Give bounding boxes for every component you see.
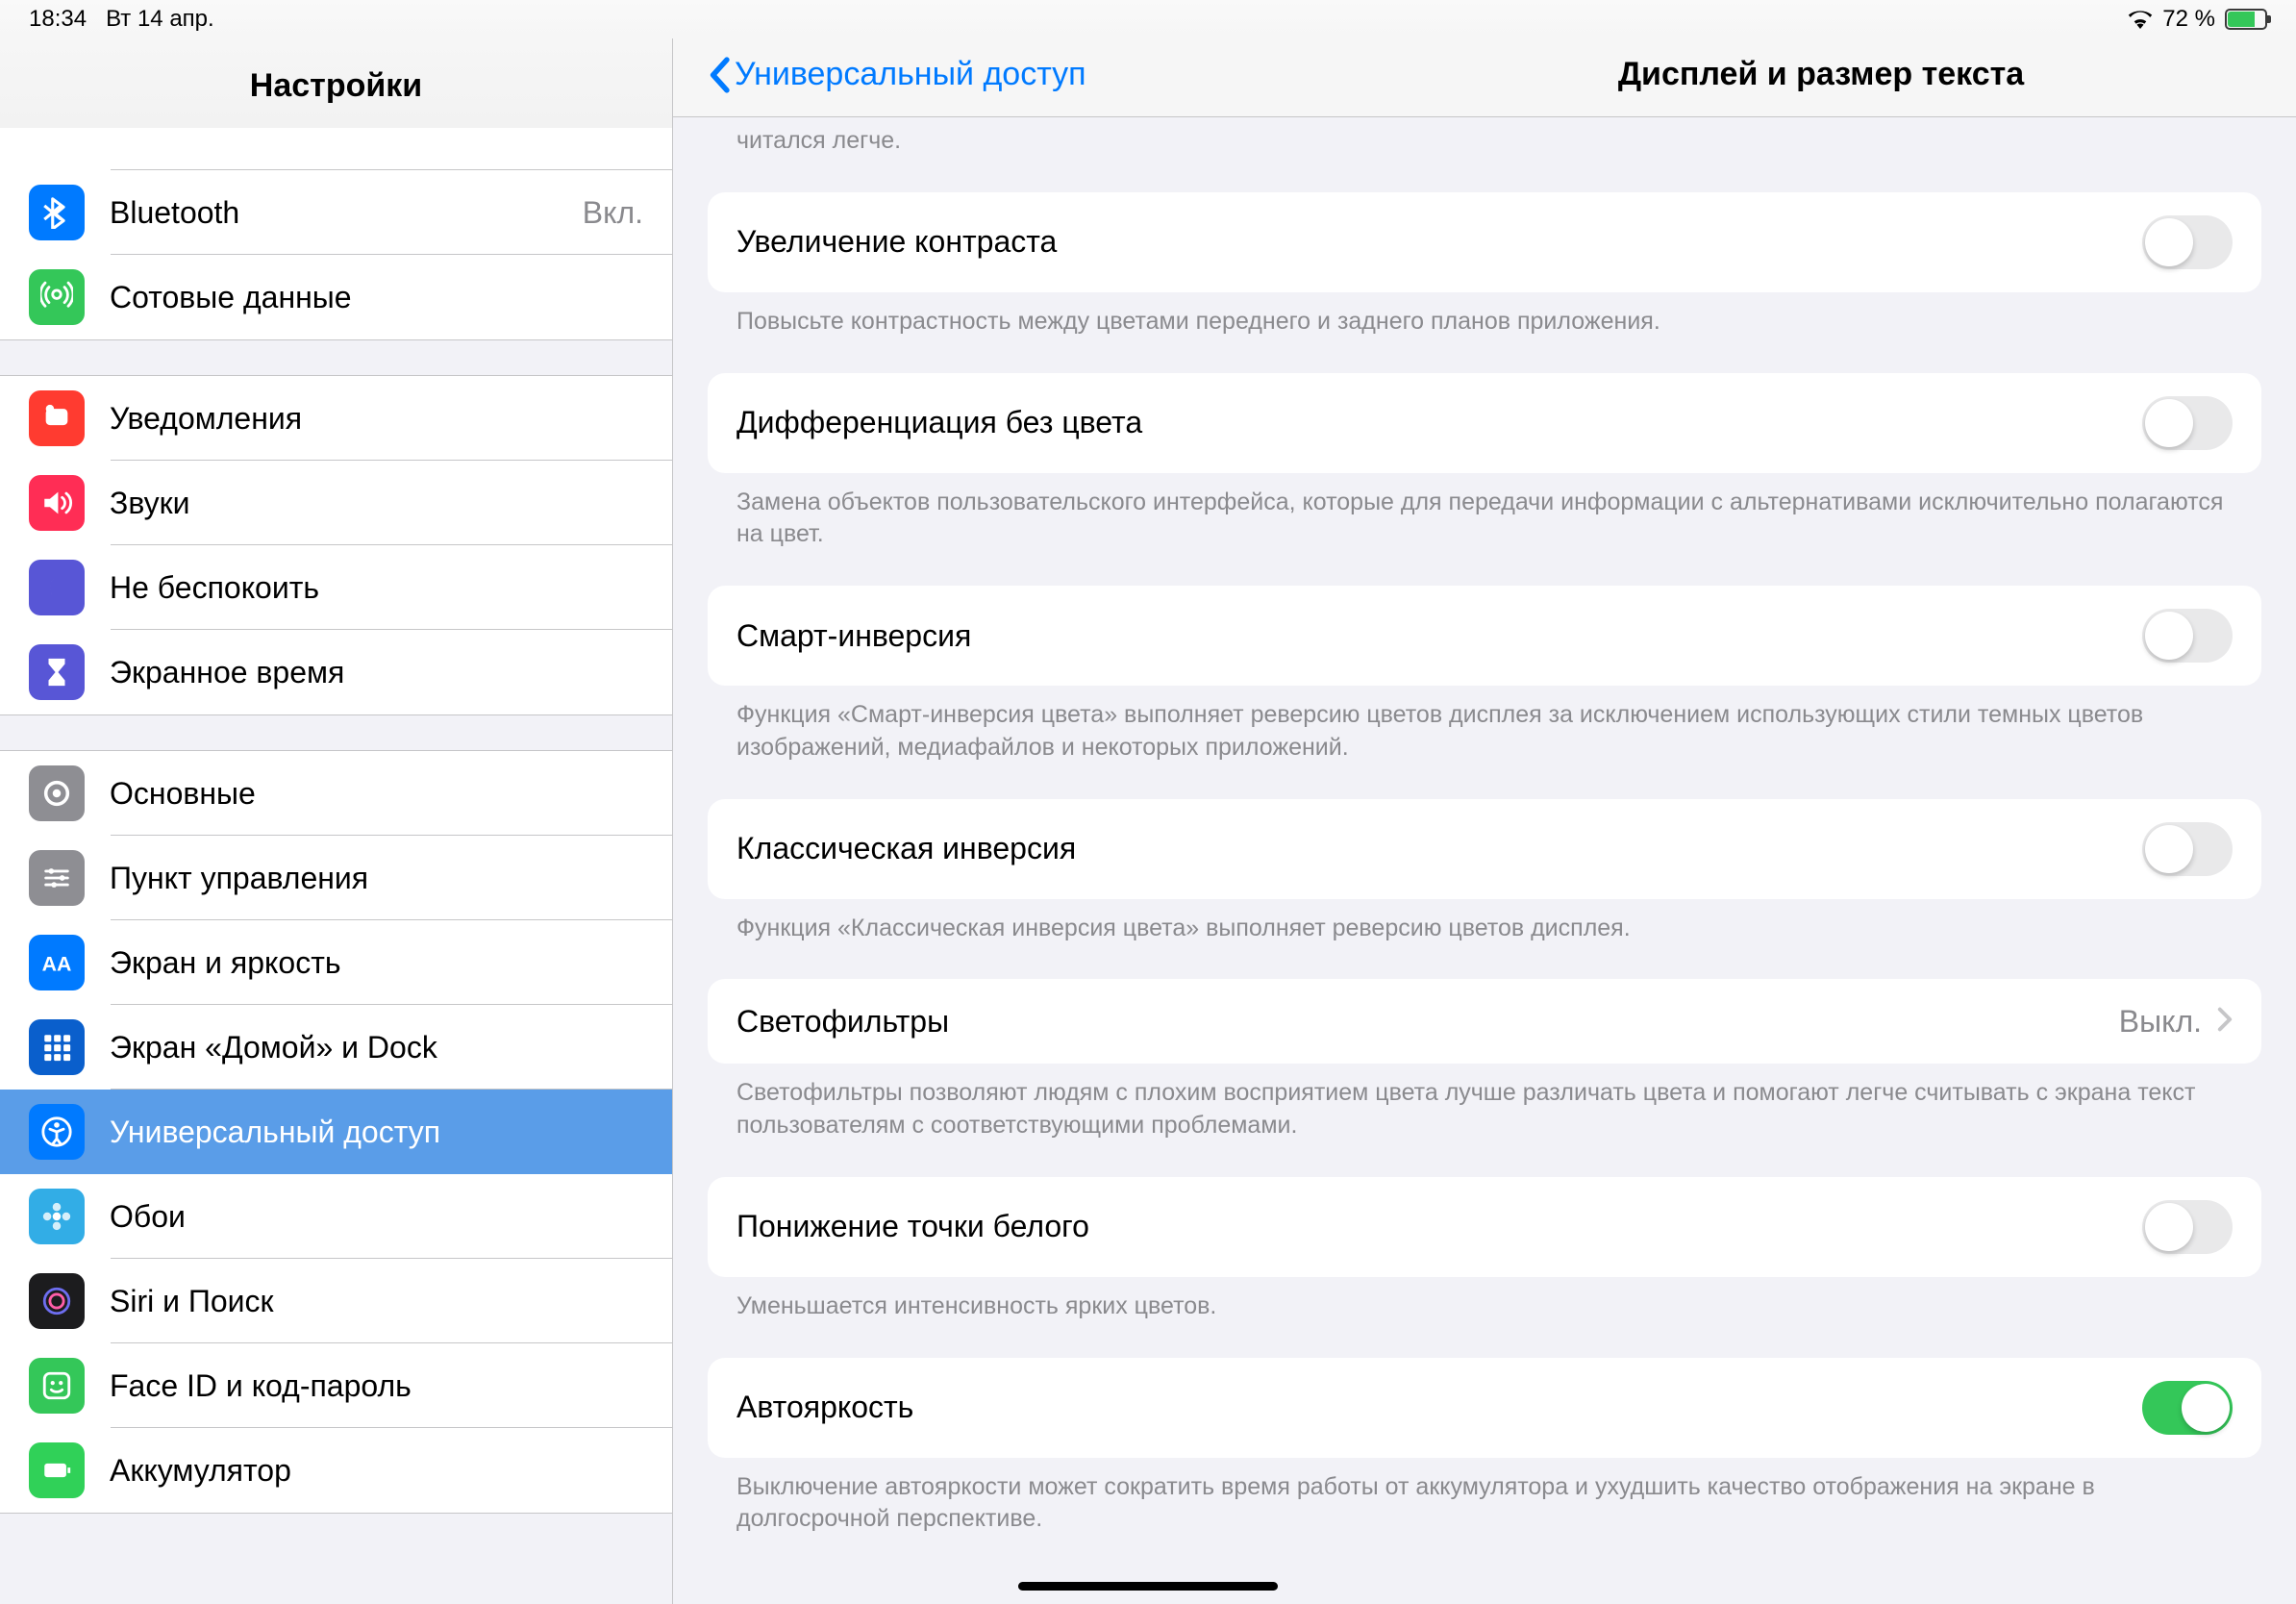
- sidebar-item[interactable]: Уведомления: [0, 376, 672, 461]
- sidebar-item-label: Экранное время: [110, 655, 643, 690]
- chevron-left-icon: [708, 57, 731, 93]
- sidebar-item[interactable]: Звуки: [0, 461, 672, 545]
- chevron-right-icon: [2217, 1004, 2233, 1040]
- status-date: Вт 14 апр.: [106, 6, 214, 32]
- gear-icon: [29, 765, 85, 821]
- setting-caption: Функция «Смарт-инверсия цвета» выполняет…: [708, 686, 2261, 764]
- home-indicator[interactable]: [1018, 1582, 1278, 1591]
- sidebar-item-label: Siri и Поиск: [110, 1284, 643, 1319]
- toggle-switch[interactable]: [2142, 822, 2233, 876]
- sidebar-item-label: Bluetooth: [110, 195, 583, 231]
- setting-caption: Выключение автояркости может сократить в…: [708, 1458, 2261, 1537]
- sidebar-item-label: Сотовые данные: [110, 280, 643, 315]
- sidebar-item-label: Основные: [110, 776, 643, 812]
- svg-text:AA: AA: [42, 953, 72, 976]
- sidebar-item-label: Аккумулятор: [110, 1453, 643, 1489]
- setting-value: Выкл.: [2119, 1004, 2202, 1040]
- wifi-icon: [2128, 10, 2153, 29]
- sidebar-item[interactable]: Аккумулятор: [0, 1428, 672, 1513]
- sidebar-item[interactable]: Основные: [0, 751, 672, 836]
- setting-cell[interactable]: Понижение точки белого: [708, 1177, 2261, 1277]
- sidebar-item[interactable]: Face ID и код-пароль: [0, 1343, 672, 1428]
- setting-cell[interactable]: Увеличение контраста: [708, 192, 2261, 292]
- sidebar-item-label: Экран и яркость: [110, 945, 643, 981]
- sidebar-title: Настройки: [0, 67, 672, 105]
- sidebar-item-label: Face ID и код-пароль: [110, 1368, 643, 1404]
- bell-icon: [29, 390, 85, 446]
- sidebar-item-label: Звуки: [110, 486, 643, 521]
- sidebar-item-label: Универсальный доступ: [110, 1115, 643, 1150]
- setting-caption: Замена объектов пользовательского интерф…: [708, 473, 2261, 552]
- toggle-switch[interactable]: [2142, 215, 2233, 269]
- grid-icon: [29, 1019, 85, 1075]
- sidebar-item[interactable]: Обои: [0, 1174, 672, 1259]
- setting-caption: Светофильтры позволяют людям с плохим во…: [708, 1064, 2261, 1142]
- setting-label: Увеличение контраста: [736, 224, 2142, 260]
- setting-label: Классическая инверсия: [736, 831, 2142, 866]
- main-scroll[interactable]: читался легче. Увеличение контраста Повыс…: [673, 117, 2296, 1604]
- main-header: Универсальный доступ Дисплей и размер те…: [673, 38, 2296, 117]
- moon-icon: [29, 560, 85, 615]
- sidebar-item[interactable]: Сотовые данные: [0, 255, 672, 339]
- setting-caption: Повысьте контрастность между цветами пер…: [708, 292, 2261, 338]
- setting-cell[interactable]: Дифференциация без цвета: [708, 373, 2261, 473]
- status-battery-pct: 72 %: [2162, 6, 2215, 33]
- sidebar-item-label: Не беспокоить: [110, 570, 643, 606]
- setting-label: Понижение точки белого: [736, 1209, 2142, 1244]
- back-label: Универсальный доступ: [735, 56, 1086, 93]
- sidebar-item[interactable]: Siri и Поиск: [0, 1259, 672, 1343]
- main-panel: Универсальный доступ Дисплей и размер те…: [673, 38, 2296, 1604]
- setting-label: Светофильтры: [736, 1004, 2119, 1040]
- aa-icon: AA: [29, 935, 85, 990]
- sidebar-item[interactable]: Экранное время: [0, 630, 672, 714]
- toggle-switch[interactable]: [2142, 609, 2233, 663]
- setting-label: Смарт-инверсия: [736, 618, 2142, 654]
- back-button[interactable]: Универсальный доступ: [708, 56, 1086, 93]
- setting-cell[interactable]: Автояркость: [708, 1358, 2261, 1458]
- sidebar-item-label: Экран «Домой» и Dock: [110, 1030, 643, 1065]
- hourglass-icon: [29, 644, 85, 700]
- sidebar-scroll[interactable]: BluetoothВкл. Сотовые данные Уведомления Зв…: [0, 128, 672, 1604]
- setting-cell[interactable]: Классическая инверсия: [708, 799, 2261, 899]
- sidebar-item[interactable]: Экран «Домой» и Dock: [0, 1005, 672, 1090]
- setting-label: Автояркость: [736, 1390, 2142, 1425]
- sidebar-item[interactable]: Пункт управления: [0, 836, 672, 920]
- sidebar: Настройки BluetoothВкл. Сотовые данные Уве…: [0, 38, 673, 1604]
- battery-icon: [29, 1442, 85, 1498]
- status-time: 18:34: [29, 6, 87, 32]
- sliders-icon: [29, 850, 85, 906]
- toggle-switch[interactable]: [2142, 1200, 2233, 1254]
- sidebar-item[interactable]: BluetoothВкл.: [0, 170, 672, 255]
- sidebar-item-label: Обои: [110, 1199, 643, 1235]
- access-icon: [29, 1104, 85, 1160]
- sidebar-item-detail: Вкл.: [583, 195, 643, 231]
- face-icon: [29, 1358, 85, 1414]
- page-title: Дисплей и размер текста: [1346, 56, 2296, 93]
- siri-icon: [29, 1273, 85, 1329]
- bluetooth-icon: [29, 185, 85, 240]
- status-bar: 18:34 Вт 14 апр. 72 %: [0, 0, 2296, 38]
- sidebar-item-label: Пункт управления: [110, 861, 643, 896]
- battery-icon: [2225, 9, 2267, 30]
- sidebar-item-partial[interactable]: [0, 128, 672, 170]
- setting-cell[interactable]: Смарт-инверсия: [708, 586, 2261, 686]
- antenna-icon: [29, 269, 85, 325]
- speaker-icon: [29, 475, 85, 531]
- status-left: 18:34 Вт 14 апр.: [29, 6, 214, 33]
- setting-cell[interactable]: СветофильтрыВыкл.: [708, 979, 2261, 1064]
- sidebar-item[interactable]: Универсальный доступ: [0, 1090, 672, 1174]
- sidebar-header: Настройки: [0, 38, 672, 128]
- toggle-switch[interactable]: [2142, 396, 2233, 450]
- sidebar-item[interactable]: AA Экран и яркость: [0, 920, 672, 1005]
- setting-label: Дифференциация без цвета: [736, 405, 2142, 440]
- setting-caption: Уменьшается интенсивность ярких цветов.: [708, 1277, 2261, 1323]
- caption-partial: читался легче.: [708, 117, 2261, 158]
- toggle-switch[interactable]: [2142, 1381, 2233, 1435]
- flower-icon: [29, 1189, 85, 1244]
- sidebar-item-label: Уведомления: [110, 401, 643, 437]
- setting-caption: Функция «Классическая инверсия цвета» вы…: [708, 899, 2261, 945]
- sidebar-item[interactable]: Не беспокоить: [0, 545, 672, 630]
